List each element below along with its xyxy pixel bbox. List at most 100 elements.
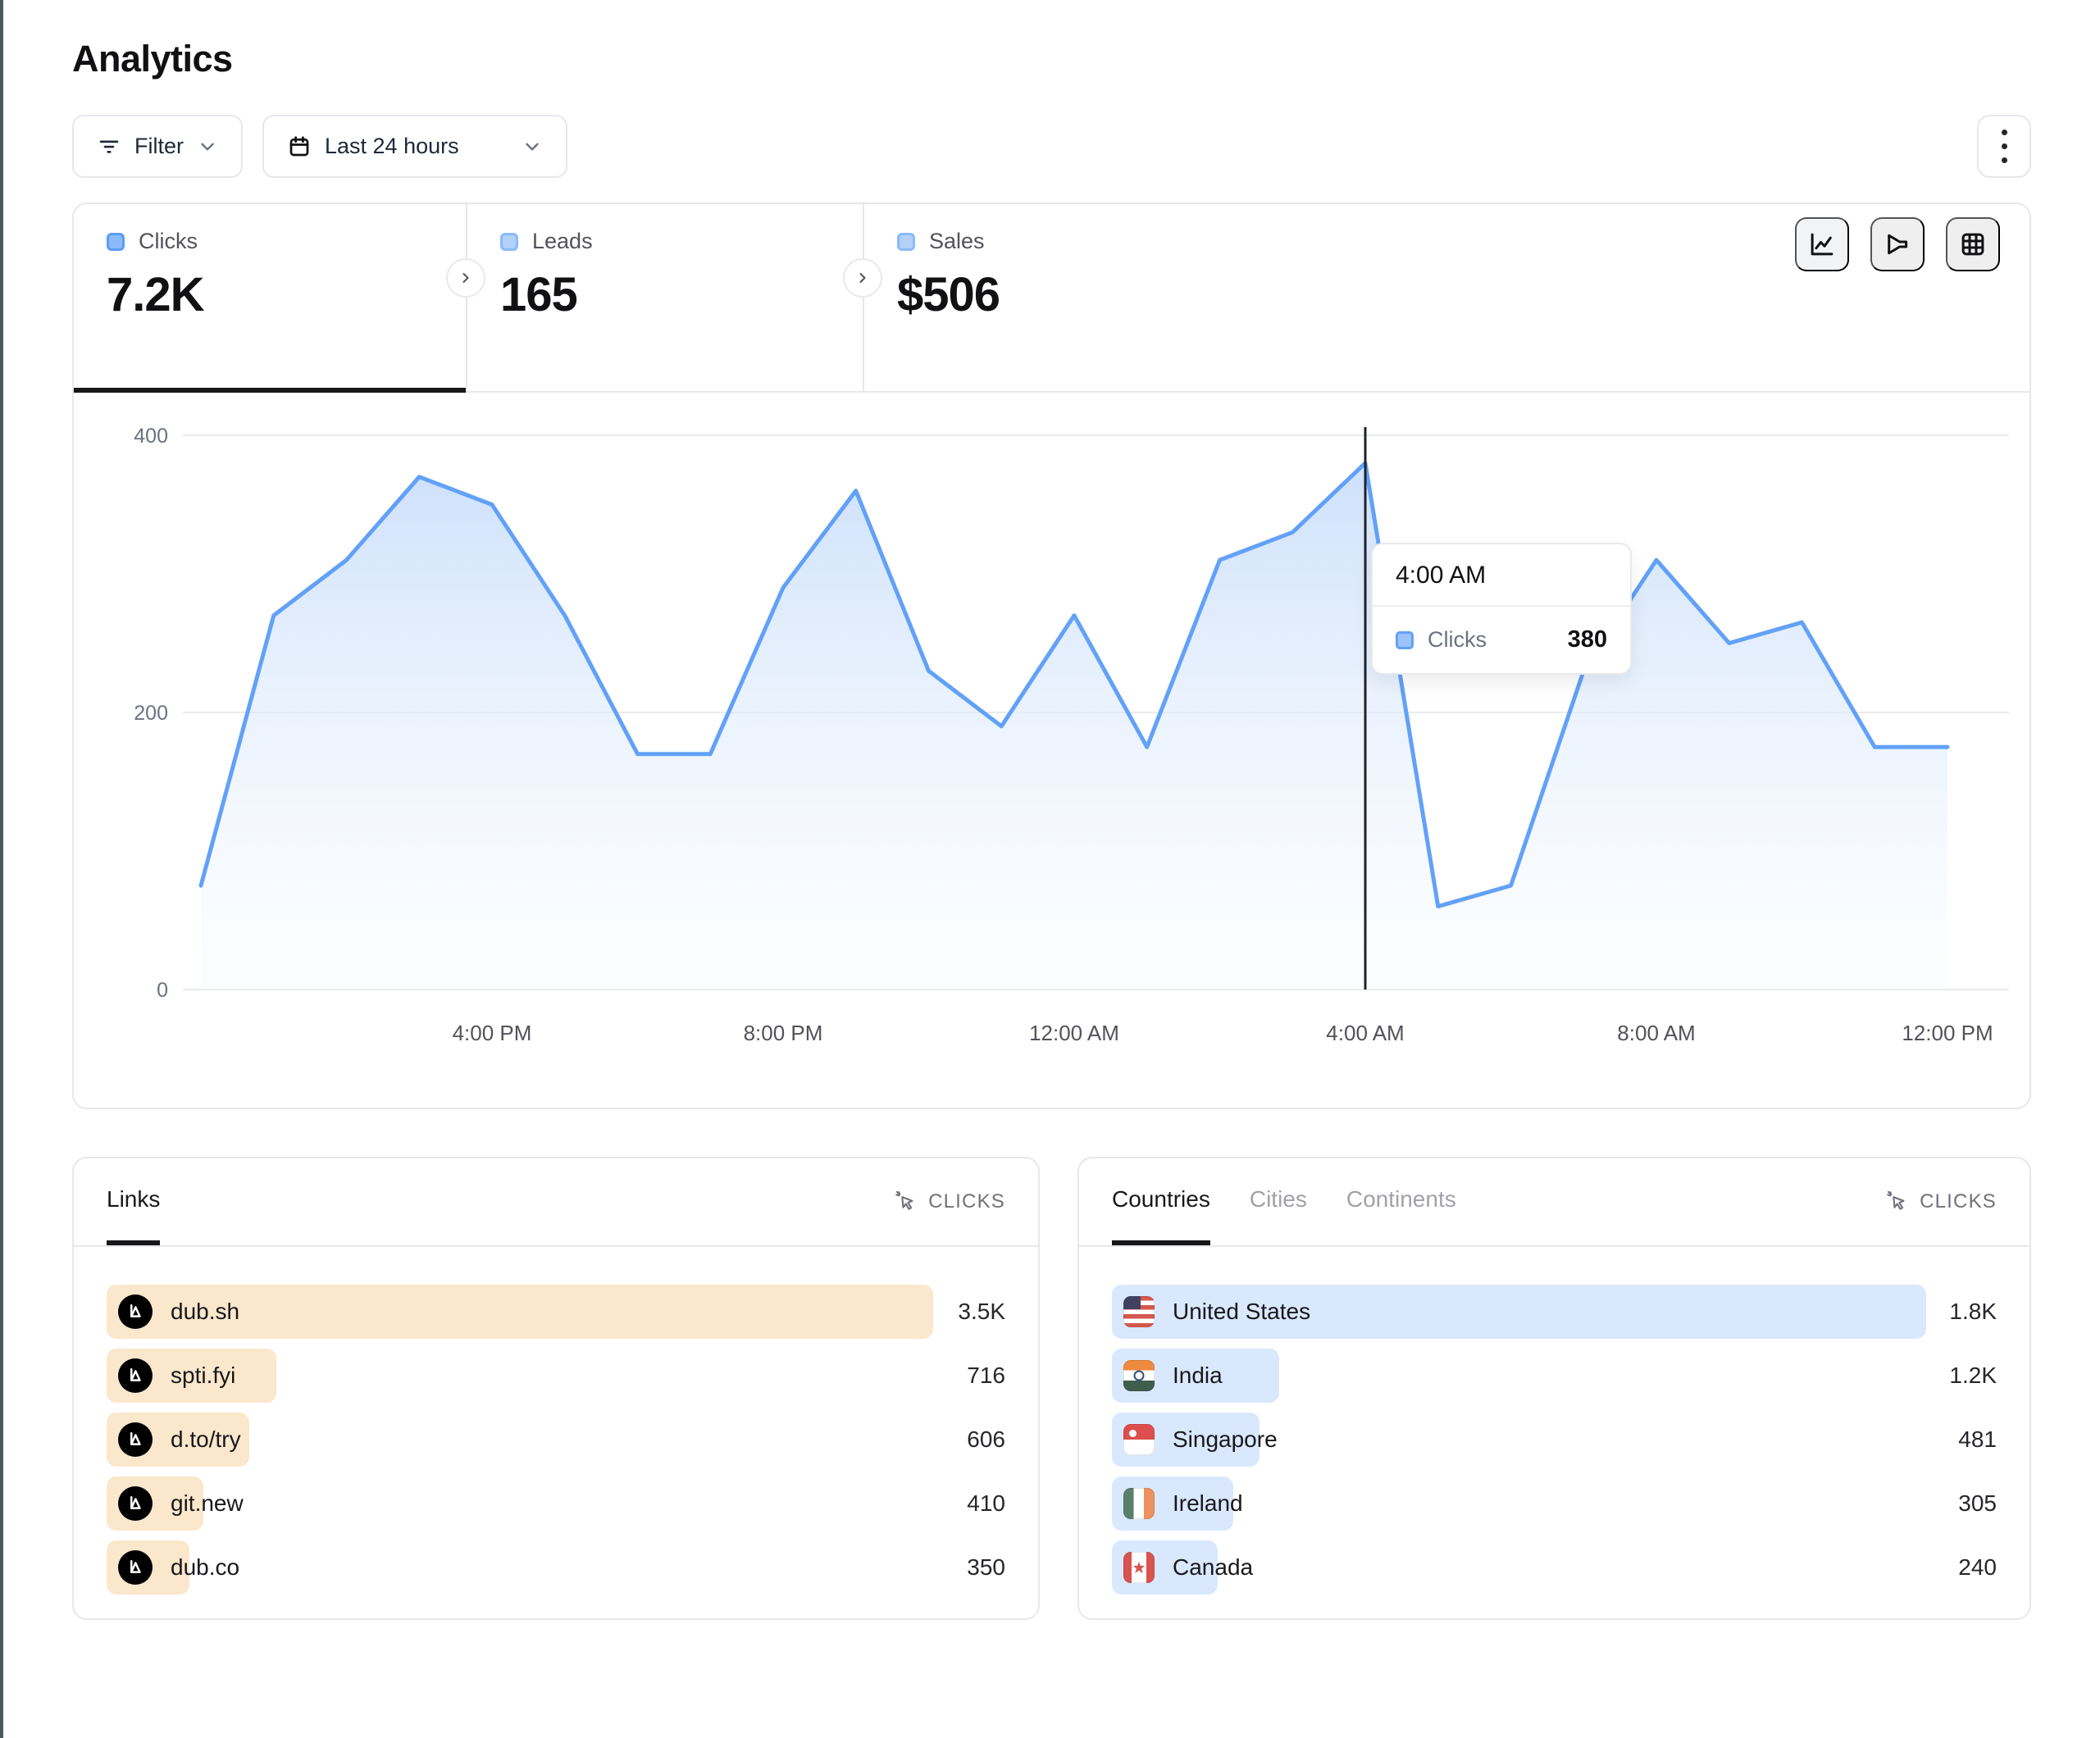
country-label: Ireland (1173, 1490, 1243, 1517)
links-metric-label: CLICKS (928, 1190, 1005, 1213)
link-row[interactable]: dub.co 350 (107, 1540, 1005, 1595)
tab-countries[interactable]: Countries (1112, 1158, 1210, 1245)
leads-label: Leads (532, 229, 593, 254)
tooltip-series-label: Clicks (1428, 627, 1554, 653)
links-panel-header: Links CLICKS (74, 1158, 1038, 1247)
countries-metric-label: CLICKS (1920, 1190, 1997, 1213)
y-tick-label: 400 (134, 425, 168, 448)
link-label: git.new (171, 1490, 244, 1517)
y-tick-label: 200 (134, 702, 168, 725)
dub-logo-icon (118, 1486, 153, 1521)
cursor-click-icon (1886, 1190, 1909, 1213)
table-view-button[interactable] (1946, 217, 2000, 271)
link-row[interactable]: dub.sh 3.5K (107, 1285, 1005, 1339)
left-edge-strip (0, 0, 3, 1738)
country-label: India (1173, 1363, 1223, 1389)
dub-logo-icon (118, 1422, 153, 1457)
tab-links[interactable]: Links (107, 1158, 160, 1245)
links-metric[interactable]: CLICKS (895, 1190, 1005, 1213)
country-label: United States (1173, 1299, 1310, 1325)
dub-logo-icon (118, 1358, 153, 1393)
flag-icon (1123, 1360, 1155, 1391)
link-clicks-value: 410 (967, 1490, 1005, 1517)
tooltip-value: 380 (1568, 626, 1607, 653)
country-clicks-value: 1.8K (1949, 1299, 1997, 1325)
more-options-button[interactable] (1977, 115, 2031, 178)
leads-value: 165 (500, 267, 863, 322)
calendar-icon (287, 134, 312, 159)
line-chart-view-button[interactable] (1795, 217, 1849, 271)
tab-cities[interactable]: Cities (1250, 1158, 1307, 1245)
sales-legend-square-icon (897, 233, 915, 251)
tab-clicks[interactable]: Clicks 7.2K (74, 204, 466, 391)
tab-leads[interactable]: Leads 165 (467, 204, 863, 391)
x-tick-label: 8:00 PM (744, 1021, 823, 1045)
analytics-card: Clicks 7.2K Leads 165 (72, 202, 2031, 1109)
country-label: Canada (1173, 1554, 1253, 1581)
flag-icon (1123, 1488, 1155, 1519)
link-row[interactable]: git.new 410 (107, 1476, 1005, 1531)
sales-label: Sales (929, 229, 985, 254)
clicks-label: Clicks (139, 229, 198, 254)
country-row[interactable]: United States 1.8K (1112, 1285, 1997, 1339)
countries-metric[interactable]: CLICKS (1886, 1190, 1997, 1213)
link-label: dub.sh (171, 1299, 239, 1325)
analytics-page: Analytics Filter Last 24 hours (0, 0, 2100, 1620)
chart-canvas: 0 200 400 4:00 PM 8:00 PM 12:00 AM 4:00 AM 8:00… (74, 393, 2032, 1108)
x-tick-label: 4:00 PM (453, 1021, 532, 1045)
flag-icon (1123, 1552, 1155, 1583)
dub-logo-icon (118, 1294, 153, 1329)
y-tick-label: 0 (157, 979, 168, 1002)
link-label: spti.fyi (171, 1363, 235, 1389)
country-row[interactable]: Singapore 481 (1112, 1413, 1997, 1467)
tooltip-legend-square-icon (1396, 631, 1414, 649)
countries-list: United States 1.8K India 1.2K Singapore … (1079, 1247, 2029, 1595)
cursor-click-icon (895, 1190, 918, 1213)
date-range-label: Last 24 hours (325, 134, 459, 159)
x-tick-label: 4:00 AM (1326, 1021, 1404, 1045)
chart-view-switcher (1795, 204, 2029, 391)
country-clicks-value: 240 (1958, 1554, 1997, 1581)
date-range-button[interactable]: Last 24 hours (262, 115, 567, 178)
x-tick-label: 12:00 AM (1029, 1021, 1119, 1045)
chevron-down-icon (197, 136, 218, 157)
stats-header: Clicks 7.2K Leads 165 (74, 204, 2029, 393)
country-clicks-value: 481 (1958, 1426, 1997, 1453)
tab-sales[interactable]: Sales $506 (864, 204, 1217, 391)
funnel-view-button[interactable] (1870, 217, 1925, 271)
links-list: dub.sh 3.5K spti.fyi 716 d.to/try 606 gi… (74, 1247, 1038, 1595)
link-clicks-value: 350 (967, 1554, 1005, 1581)
clicks-area-chart[interactable]: 0 200 400 4:00 PM 8:00 PM 12:00 AM 4:00 AM 8:00… (74, 393, 2029, 1108)
tooltip-time: 4:00 AM (1373, 544, 1630, 607)
link-row[interactable]: spti.fyi 716 (107, 1349, 1005, 1403)
page-title: Analytics (72, 38, 2031, 80)
sales-value: $506 (897, 267, 1217, 322)
filter-button-label: Filter (134, 134, 184, 159)
toolbar: Filter Last 24 hours (72, 115, 2031, 178)
link-label: d.to/try (171, 1426, 241, 1453)
countries-panel: Countries Cities Continents CLICKS Unite… (1077, 1157, 2031, 1620)
links-panel: Links CLICKS dub.sh 3.5K spti.fyi 716 (72, 1157, 1040, 1620)
chevron-down-icon (522, 136, 543, 157)
countries-panel-header: Countries Cities Continents CLICKS (1079, 1158, 2029, 1247)
link-label: dub.co (171, 1554, 239, 1581)
leads-legend-square-icon (500, 233, 518, 251)
dub-logo-icon (118, 1550, 153, 1585)
x-tick-label: 12:00 PM (1902, 1021, 1993, 1045)
flag-icon (1123, 1296, 1155, 1327)
country-clicks-value: 305 (1958, 1490, 1997, 1517)
x-tick-label: 8:00 AM (1617, 1021, 1695, 1045)
country-row[interactable]: India 1.2K (1112, 1349, 1997, 1403)
link-clicks-value: 3.5K (958, 1299, 1005, 1325)
clicks-value: 7.2K (107, 267, 466, 322)
country-row[interactable]: Ireland 305 (1112, 1476, 1997, 1531)
link-row[interactable]: d.to/try 606 (107, 1413, 1005, 1467)
country-row[interactable]: Canada 240 (1112, 1540, 1997, 1595)
chart-tooltip: 4:00 AM Clicks 380 (1371, 543, 1632, 675)
clicks-legend-square-icon (107, 233, 125, 251)
filter-icon (97, 134, 121, 159)
filter-button[interactable]: Filter (72, 115, 243, 178)
tab-continents[interactable]: Continents (1346, 1158, 1456, 1245)
link-clicks-value: 716 (967, 1363, 1005, 1389)
country-label: Singapore (1173, 1426, 1278, 1453)
